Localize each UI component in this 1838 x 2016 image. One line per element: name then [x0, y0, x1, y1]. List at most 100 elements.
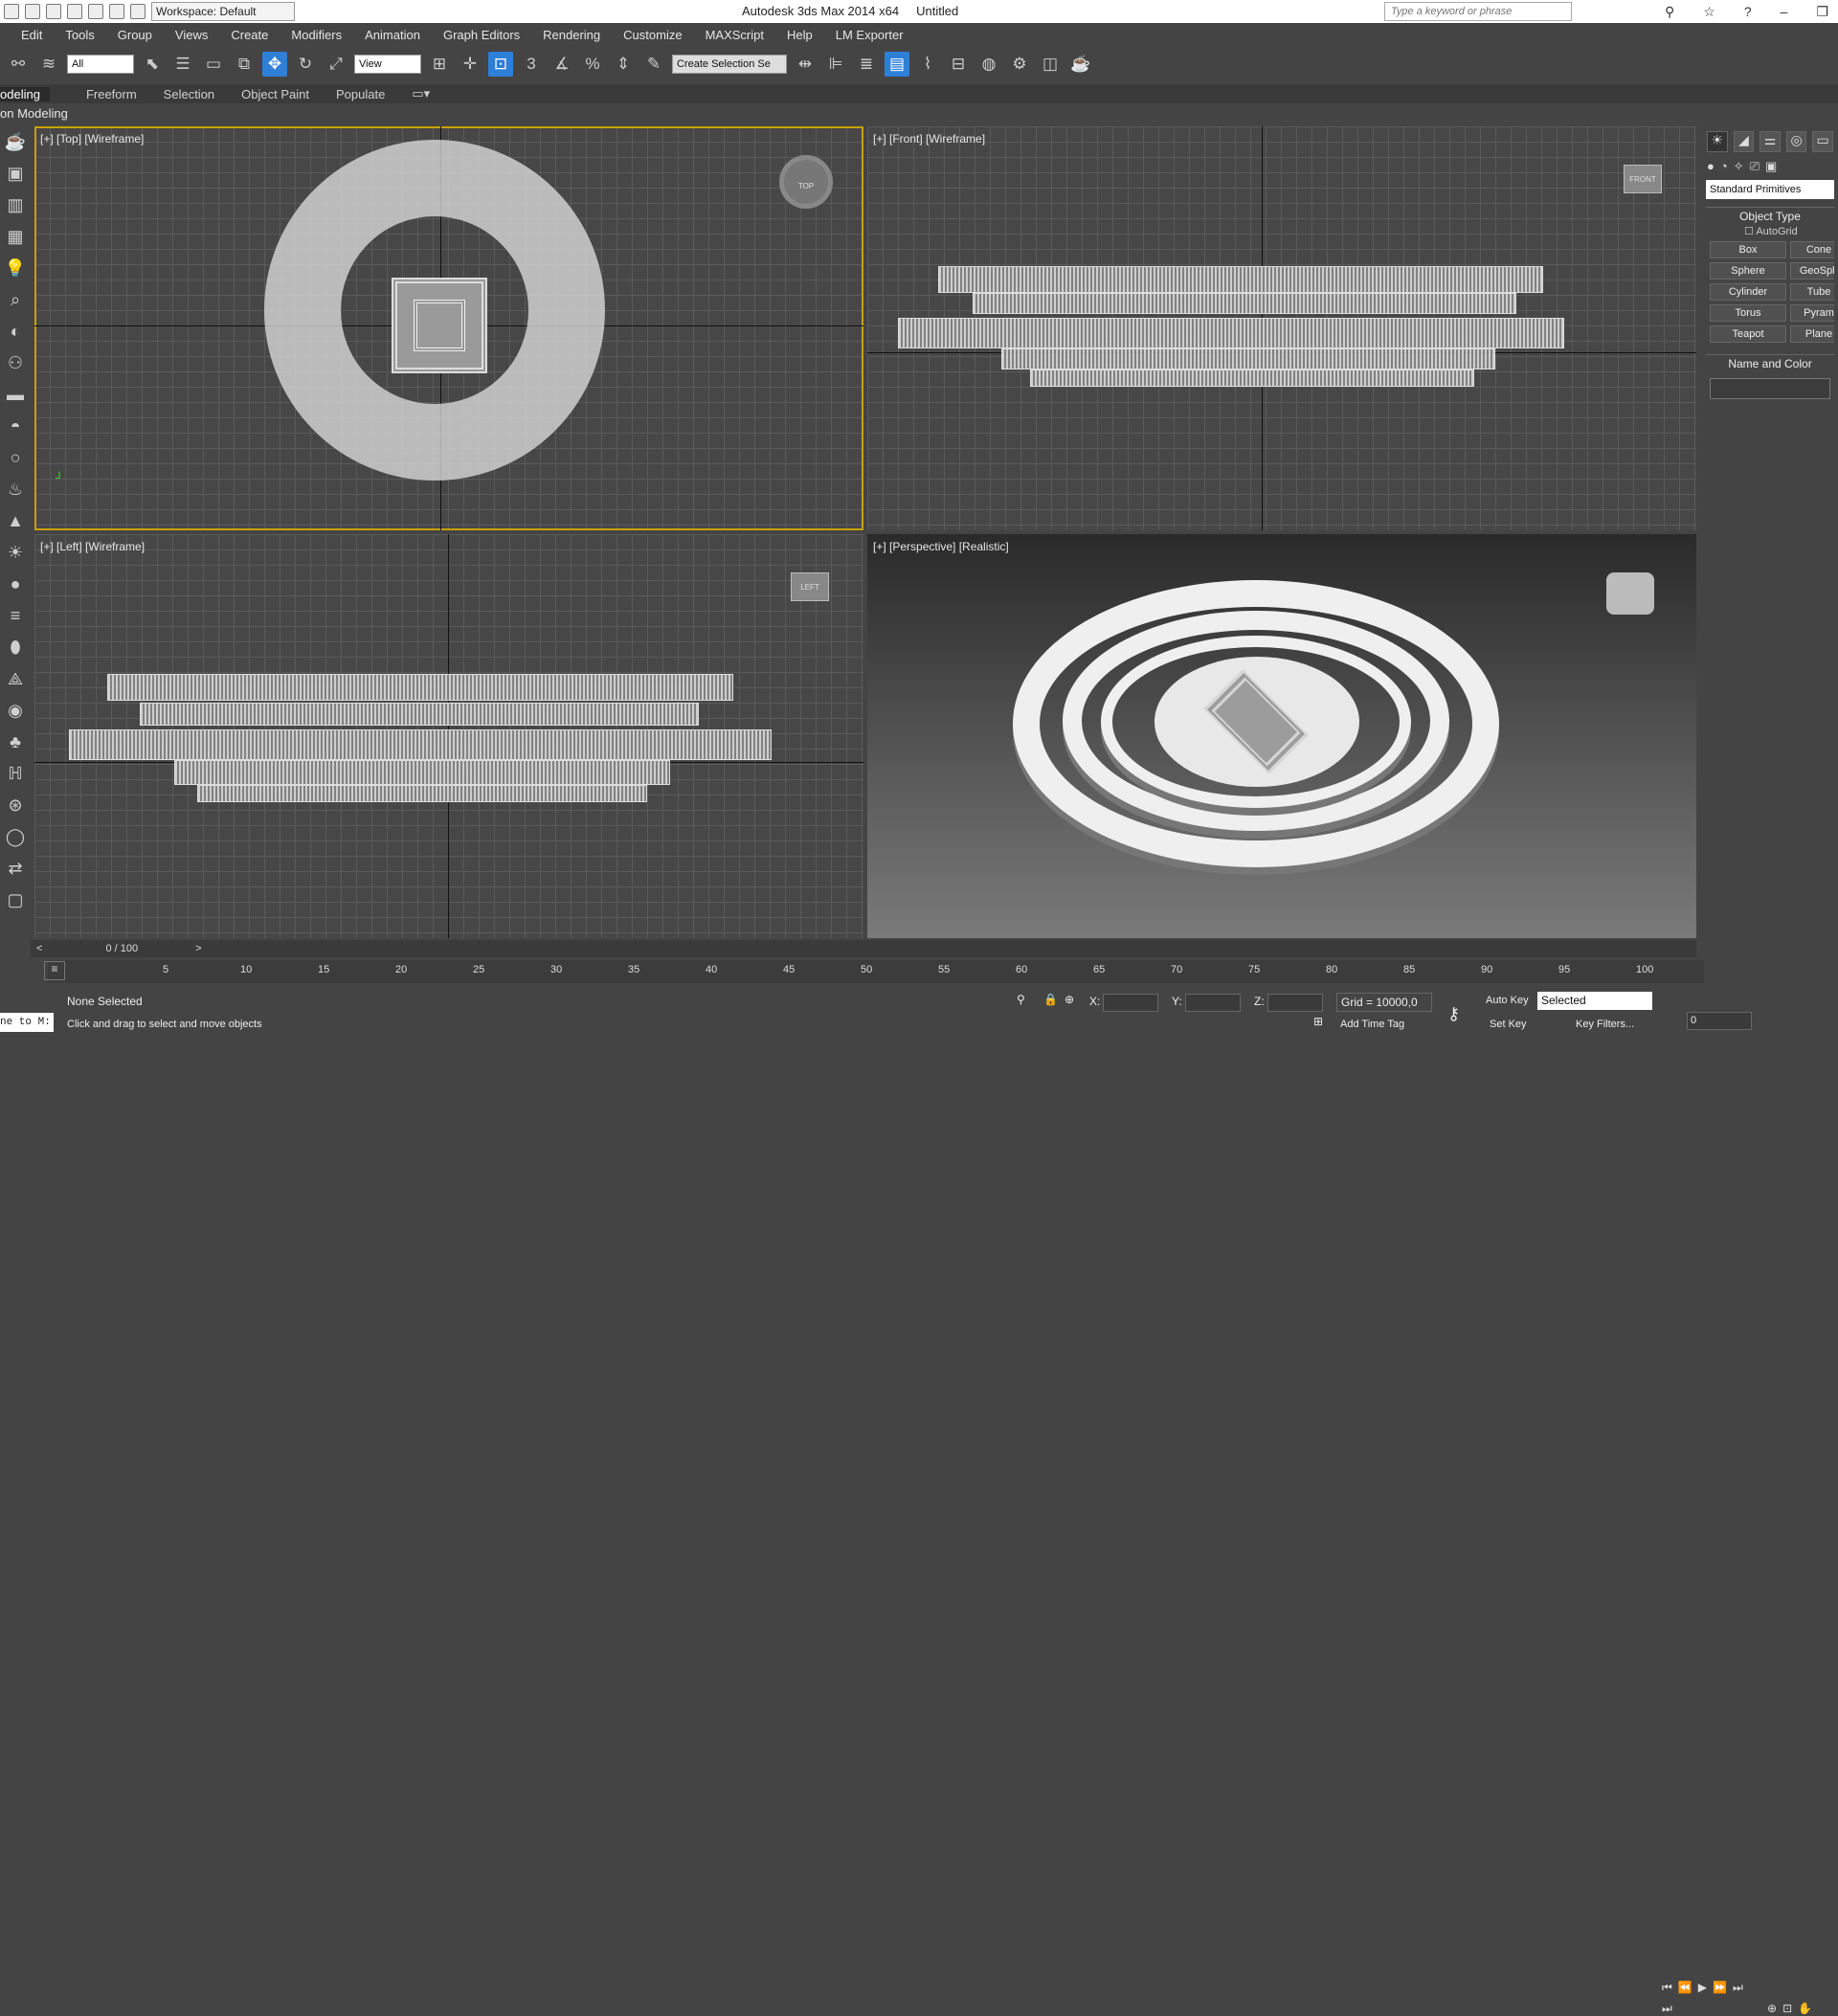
globe-icon[interactable]: ◉	[4, 701, 27, 726]
viewcube-front[interactable]: FRONT	[1624, 165, 1662, 193]
snap-toggle-icon[interactable]: 3	[519, 52, 544, 77]
menu-animation[interactable]: Animation	[353, 28, 432, 42]
rect-selection-icon[interactable]: ▭	[201, 52, 226, 77]
align-icon[interactable]: ⊫	[823, 52, 848, 77]
material-editor-icon[interactable]: ◍	[976, 52, 1001, 77]
add-time-tag[interactable]: Add Time Tag	[1340, 1019, 1404, 1030]
next-frame-icon[interactable]: >	[195, 943, 201, 954]
schematic-view-icon[interactable]: ⊟	[946, 52, 971, 77]
tab-object-paint[interactable]: Object Paint	[241, 87, 336, 101]
auto-key-button[interactable]: Auto Key	[1486, 995, 1529, 1006]
object-name-field[interactable]	[1710, 378, 1830, 399]
pattern-icon[interactable]: ⊛	[4, 795, 27, 820]
y-coordinate-field[interactable]	[1185, 994, 1241, 1012]
plane-button[interactable]: Plane	[1790, 325, 1834, 343]
pan-icon[interactable]: ✋	[1798, 2002, 1812, 2015]
cone-icon[interactable]: ▲	[4, 511, 27, 536]
hair-icon[interactable]: ℍ	[4, 764, 27, 789]
rollout-header[interactable]: Name and Color	[1706, 357, 1834, 372]
menu-group[interactable]: Group	[106, 28, 164, 42]
menu-customize[interactable]: Customize	[612, 28, 693, 42]
redo-icon[interactable]	[109, 4, 124, 19]
save-file-icon[interactable]	[67, 4, 82, 19]
viewport-label[interactable]: [+] [Front] [Wireframe]	[873, 132, 985, 146]
shapes-icon[interactable]: ◔	[1720, 159, 1728, 174]
panel-icon[interactable]: ▥	[4, 195, 27, 220]
geosphere-button[interactable]: GeoSph	[1790, 262, 1834, 280]
menu-views[interactable]: Views	[164, 28, 219, 42]
primitive-category-dropdown[interactable]: Standard Primitives	[1706, 180, 1834, 199]
prev-key-icon[interactable]: ⏪	[1678, 1981, 1692, 1995]
menu-maxscript[interactable]: MAXScript	[694, 28, 775, 42]
star-icon[interactable]: ☆	[1703, 0, 1715, 23]
mesh-icon[interactable]: ⟁	[4, 669, 27, 694]
viewcube-top[interactable]: TOP	[779, 155, 833, 209]
reference-coordinate-dropdown[interactable]: View	[354, 55, 421, 74]
tab-modeling[interactable]: odeling	[0, 86, 50, 101]
viewport-top[interactable]: [+] [Top] [Wireframe] TOP ⅃	[34, 126, 863, 530]
paint-icon[interactable]: ◐	[4, 322, 27, 347]
monitor-icon[interactable]: ▢	[4, 890, 27, 915]
menu-rendering[interactable]: Rendering	[531, 28, 612, 42]
disc-icon[interactable]: ●	[4, 574, 27, 599]
viewport-label[interactable]: [+] [Left] [Wireframe]	[40, 540, 145, 553]
spinner-snap-icon[interactable]: ⇕	[611, 52, 636, 77]
z-coordinate-field[interactable]	[1267, 994, 1323, 1012]
dome-icon[interactable]: ◓	[4, 416, 27, 441]
current-frame-field[interactable]: 0	[1687, 1012, 1752, 1030]
link-icon[interactable]: ⚯	[6, 52, 31, 77]
hierarchy-tab-icon[interactable]: ⚌	[1760, 131, 1781, 152]
time-tag-icon[interactable]: ⊞	[1313, 1015, 1323, 1028]
select-and-scale-icon[interactable]: ⤢	[324, 52, 348, 77]
viewcube-perspective[interactable]	[1606, 572, 1654, 615]
undo-icon[interactable]	[88, 4, 103, 19]
viewport-label[interactable]: [+] [Perspective] [Realistic]	[873, 540, 1009, 553]
pyramid-button[interactable]: Pyram	[1790, 304, 1834, 322]
minimize-icon[interactable]: –	[1781, 0, 1788, 23]
help-icon[interactable]: ?	[1744, 0, 1752, 23]
photo-icon[interactable]: ▣	[4, 164, 27, 189]
torus-button[interactable]: Torus	[1710, 304, 1786, 322]
select-by-name-icon[interactable]: ☰	[170, 52, 195, 77]
lock-icon[interactable]: 🔒	[1043, 993, 1058, 1006]
camera-icon[interactable]: ⌕	[4, 290, 27, 315]
polygon-modeling-panel[interactable]: on Modeling	[0, 104, 1838, 123]
sun-icon[interactable]: ☀	[4, 543, 27, 568]
selection-set-dropdown[interactable]: Selected	[1537, 992, 1652, 1010]
menu-modifiers[interactable]: Modifiers	[280, 28, 353, 42]
create-tab-icon[interactable]: ☀	[1707, 131, 1728, 152]
sphere-icon[interactable]: ○	[4, 448, 27, 473]
render-setup-icon[interactable]: ⚙	[1007, 52, 1032, 77]
geometry-icon[interactable]: ●	[1707, 159, 1715, 174]
cone-button[interactable]: Cone	[1790, 241, 1834, 258]
zoom-icon[interactable]: ⊕	[1767, 2002, 1777, 2015]
menu-create[interactable]: Create	[219, 28, 280, 42]
motion-tab-icon[interactable]: ◎	[1785, 131, 1807, 152]
isolate-icon[interactable]: ⚲	[1017, 993, 1025, 1006]
window-crossing-icon[interactable]: ⧉	[232, 52, 257, 77]
play-icon[interactable]: ▶	[1698, 1981, 1707, 1995]
tab-populate[interactable]: Populate	[336, 87, 412, 101]
angle-snap-icon[interactable]: ∡	[549, 52, 574, 77]
track-bar[interactable]: 5 10 15 20 25 30 35 40 45 50 55 60 65 70 75 80 85 90 95 100	[48, 960, 1704, 983]
sphere-button[interactable]: Sphere	[1710, 262, 1786, 280]
key-mode-icon[interactable]: ⏭	[1662, 2002, 1672, 2016]
selection-filter-dropdown[interactable]: All	[67, 55, 134, 74]
time-slider[interactable]: < 0 / 100 >	[31, 940, 1696, 957]
menu-lm-exporter[interactable]: LM Exporter	[824, 28, 915, 42]
ball-icon[interactable]: ◯	[4, 827, 27, 852]
plant-icon[interactable]: ♣	[4, 732, 27, 757]
go-to-start-icon[interactable]: ⏮	[1662, 1981, 1672, 1995]
app-icon[interactable]	[4, 4, 19, 19]
teapot-button[interactable]: Teapot	[1710, 325, 1786, 343]
select-object-icon[interactable]: ⬉	[140, 52, 165, 77]
set-key-button[interactable]: Set Key	[1490, 1019, 1527, 1030]
viewport-front[interactable]: [+] [Front] [Wireframe] FRONT	[867, 126, 1696, 530]
keyboard-shortcut-override-icon[interactable]: ⊡	[488, 52, 513, 77]
box-button[interactable]: Box	[1710, 241, 1786, 258]
display-tab-icon[interactable]: ▭	[1812, 131, 1833, 152]
menu-graph-editors[interactable]: Graph Editors	[432, 28, 531, 42]
tab-freeform[interactable]: Freeform	[50, 87, 164, 101]
modify-tab-icon[interactable]: ◢	[1733, 131, 1755, 152]
viewport-perspective[interactable]: [+] [Perspective] [Realistic]	[867, 534, 1696, 938]
